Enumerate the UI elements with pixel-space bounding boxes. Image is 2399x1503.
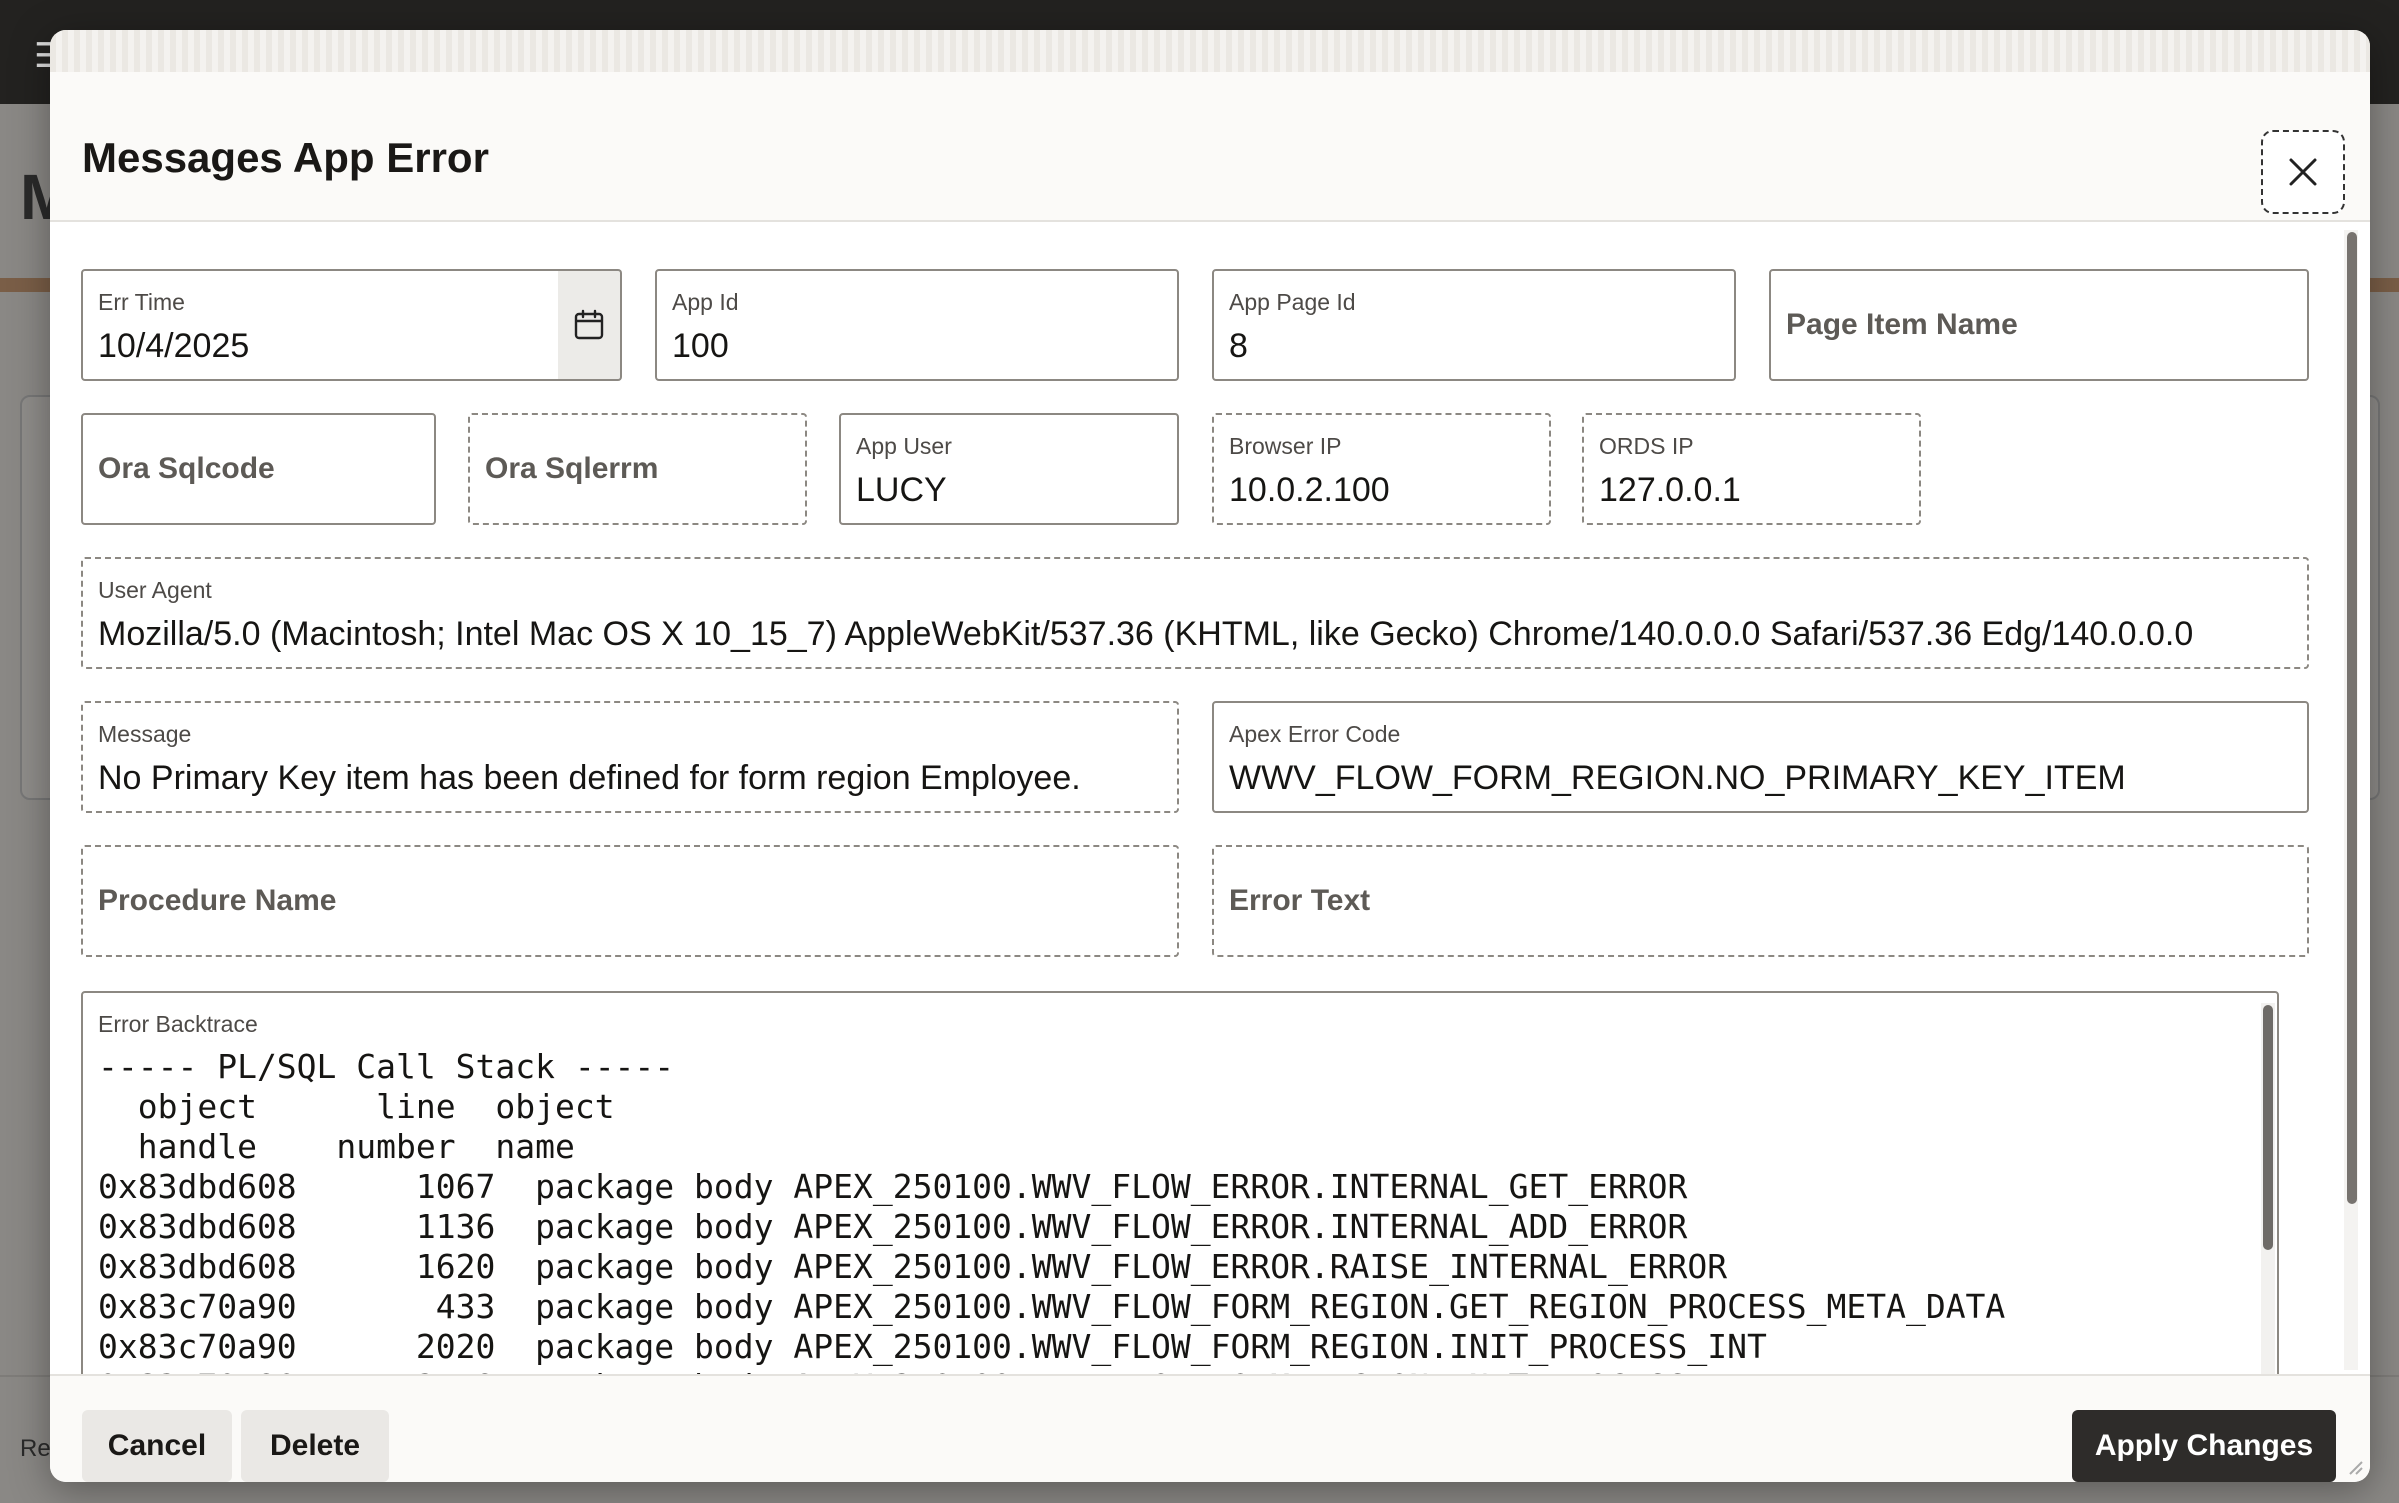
cancel-button[interactable]: Cancel bbox=[82, 1410, 232, 1482]
error-backtrace-label: Error Backtrace bbox=[98, 1011, 258, 1037]
dialog-title: Messages App Error bbox=[82, 134, 489, 181]
err-time-field[interactable]: Err Time 10/4/2025 bbox=[81, 269, 560, 381]
apex-error-code-field[interactable]: Apex Error Code WWV_FLOW_FORM_REGION.NO_… bbox=[1212, 701, 2309, 813]
dialog-header: Messages App Error bbox=[50, 72, 2370, 222]
user-agent-value[interactable]: Mozilla/5.0 (Macintosh; Intel Mac OS X 1… bbox=[98, 615, 2193, 654]
error-backtrace-field[interactable]: Error Backtrace ----- PL/SQL Call Stack … bbox=[81, 991, 2279, 1374]
page-item-name-field[interactable]: Page Item Name bbox=[1769, 269, 2309, 381]
procedure-name-label: Procedure Name bbox=[98, 884, 337, 917]
page-item-name-label: Page Item Name bbox=[1786, 308, 2018, 341]
app-id-label: App Id bbox=[672, 289, 739, 315]
dialog-header-pattern bbox=[50, 30, 2370, 72]
message-value[interactable]: No Primary Key item has been defined for… bbox=[98, 759, 1081, 798]
dialog-body: Err Time 10/4/2025 App Id 100 App Page I… bbox=[50, 224, 2336, 1374]
error-backtrace-value[interactable]: ----- PL/SQL Call Stack ----- object lin… bbox=[98, 1047, 2005, 1374]
message-label: Message bbox=[98, 721, 192, 747]
page-footer-text: Re bbox=[20, 1435, 51, 1462]
app-id-value[interactable]: 100 bbox=[672, 327, 729, 366]
user-agent-field[interactable]: User Agent Mozilla/5.0 (Macintosh; Intel… bbox=[81, 557, 2309, 669]
app-user-label: App User bbox=[856, 433, 952, 459]
apex-error-code-value[interactable]: WWV_FLOW_FORM_REGION.NO_PRIMARY_KEY_ITEM bbox=[1229, 759, 2126, 798]
dialog-footer: Cancel Delete Apply Changes bbox=[50, 1374, 2370, 1482]
apex-error-code-label: Apex Error Code bbox=[1229, 721, 1401, 747]
browser-ip-field[interactable]: Browser IP 10.0.2.100 bbox=[1212, 413, 1551, 525]
message-field[interactable]: Message No Primary Key item has been def… bbox=[81, 701, 1179, 813]
app-user-field[interactable]: App User LUCY bbox=[839, 413, 1179, 525]
procedure-name-field[interactable]: Procedure Name bbox=[81, 845, 1179, 957]
delete-button[interactable]: Delete bbox=[241, 1410, 389, 1482]
close-button[interactable] bbox=[2261, 130, 2345, 214]
backtrace-scrollbar-thumb[interactable] bbox=[2263, 1005, 2273, 1250]
app-user-value[interactable]: LUCY bbox=[856, 471, 947, 510]
resize-grip-icon[interactable] bbox=[2344, 1456, 2364, 1476]
ords-ip-label: ORDS IP bbox=[1599, 433, 1694, 459]
messages-app-error-dialog: Messages App Error Err Time 10/4/2025 Ap… bbox=[50, 30, 2370, 1482]
app-page-id-field[interactable]: App Page Id 8 bbox=[1212, 269, 1736, 381]
browser-ip-value[interactable]: 10.0.2.100 bbox=[1229, 471, 1390, 510]
app-id-field[interactable]: App Id 100 bbox=[655, 269, 1179, 381]
dialog-scrollbar-thumb[interactable] bbox=[2347, 232, 2357, 1204]
err-time-label: Err Time bbox=[98, 289, 185, 315]
calendar-icon bbox=[574, 309, 604, 340]
app-page-id-value[interactable]: 8 bbox=[1229, 327, 1248, 366]
error-text-label: Error Text bbox=[1229, 884, 1371, 917]
calendar-button[interactable] bbox=[558, 269, 622, 381]
ora-sqlerrm-field[interactable]: Ora Sqlerrm bbox=[468, 413, 807, 525]
user-agent-label: User Agent bbox=[98, 577, 212, 603]
ords-ip-field[interactable]: ORDS IP 127.0.0.1 bbox=[1582, 413, 1921, 525]
ora-sqlcode-field[interactable]: Ora Sqlcode bbox=[81, 413, 436, 525]
ora-sqlerrm-label: Ora Sqlerrm bbox=[485, 452, 659, 485]
apply-changes-button[interactable]: Apply Changes bbox=[2072, 1410, 2336, 1482]
close-icon bbox=[2289, 158, 2317, 186]
browser-ip-label: Browser IP bbox=[1229, 433, 1342, 459]
app-page-id-label: App Page Id bbox=[1229, 289, 1356, 315]
error-text-field[interactable]: Error Text bbox=[1212, 845, 2309, 957]
ora-sqlcode-label: Ora Sqlcode bbox=[98, 452, 275, 485]
err-time-value[interactable]: 10/4/2025 bbox=[98, 327, 249, 366]
ords-ip-value[interactable]: 127.0.0.1 bbox=[1599, 471, 1741, 510]
